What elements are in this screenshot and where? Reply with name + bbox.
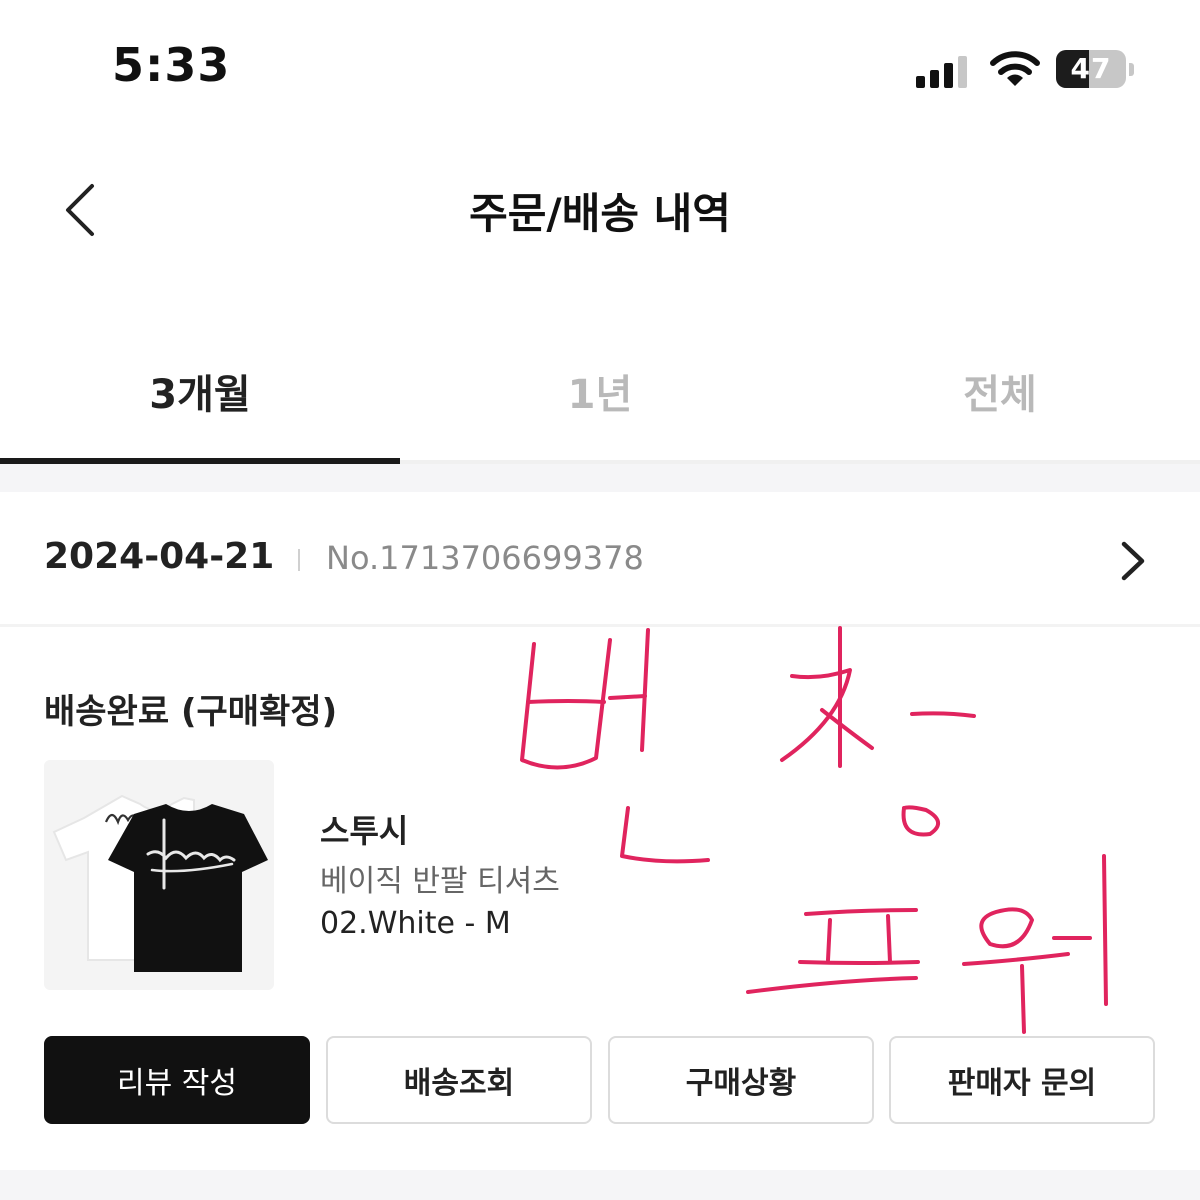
wifi-icon <box>990 51 1040 86</box>
section-gap <box>0 1170 1200 1200</box>
contact-seller-button[interactable]: 판매자 문의 <box>889 1036 1155 1124</box>
product-brand: 스투시 <box>320 812 409 850</box>
handwriting-stroke <box>608 694 647 700</box>
tab-3-months[interactable]: 3개월 <box>0 340 400 464</box>
purchase-status-button[interactable]: 구매상황 <box>608 1036 874 1124</box>
battery-icon: 47 <box>1056 50 1136 90</box>
signal-icon <box>916 56 967 88</box>
battery-percent: 47 <box>1070 52 1112 85</box>
product-option: 02.White - M <box>320 906 511 941</box>
handwriting-stroke <box>746 976 918 994</box>
tab-label: 전체 <box>963 372 1037 418</box>
handwriting-stroke <box>820 708 874 750</box>
tab-all[interactable]: 전체 <box>800 340 1200 460</box>
order-status: 배송완료 (구매확정) <box>44 692 338 732</box>
tab-label: 3개월 <box>149 372 251 418</box>
divider <box>298 549 300 571</box>
handwriting-stroke <box>886 914 892 964</box>
track-shipping-button[interactable]: 배송조회 <box>326 1036 592 1124</box>
order-number: No.1713706699378 <box>326 539 644 577</box>
period-tabs: 3개월 1년 전체 <box>0 340 1200 464</box>
handwriting-stroke <box>979 907 1034 949</box>
handwriting-stroke <box>962 952 1070 966</box>
order-date: 2024-04-21 <box>44 536 275 577</box>
tab-1-year[interactable]: 1년 <box>400 340 800 460</box>
handwriting-stroke <box>901 805 940 837</box>
handwriting-stroke <box>798 960 920 965</box>
product-image[interactable] <box>44 760 274 990</box>
handwriting-stroke <box>1020 964 1026 1034</box>
handwriting-stroke <box>910 711 976 718</box>
handwriting-stroke <box>520 638 612 770</box>
page-title: 주문/배송 내역 <box>469 189 731 238</box>
handwriting-stroke <box>526 699 606 704</box>
chevron-left-icon[interactable] <box>60 182 100 238</box>
handwriting-stroke <box>804 908 918 916</box>
handwritten-annotation <box>520 626 1108 1034</box>
chevron-right-icon[interactable] <box>1118 540 1148 582</box>
status-time: 5:33 <box>112 38 231 92</box>
black-tshirt-image <box>52 794 268 972</box>
handwriting-stroke <box>826 918 832 962</box>
tab-label: 1년 <box>567 372 633 418</box>
handwriting-stroke <box>620 806 710 864</box>
write-review-button[interactable]: 리뷰 작성 <box>44 1036 310 1124</box>
handwriting-stroke <box>640 628 650 752</box>
handwriting-stroke <box>1102 854 1108 1006</box>
section-gap <box>0 464 1200 492</box>
